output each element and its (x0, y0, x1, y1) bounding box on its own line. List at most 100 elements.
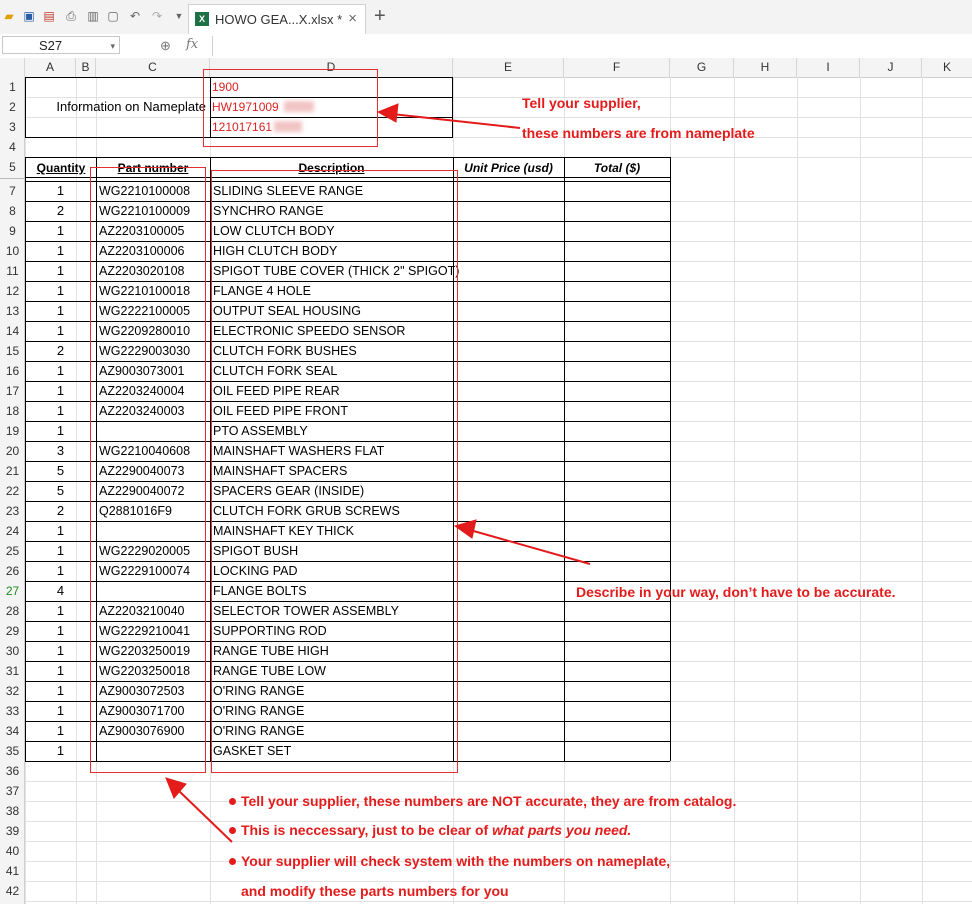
row-header-17[interactable]: 17 (0, 381, 25, 401)
row-header-34[interactable]: 34 (0, 721, 25, 741)
row-header-29[interactable]: 29 (0, 621, 25, 641)
row-header-24[interactable]: 24 (0, 521, 25, 541)
row-header-15[interactable]: 15 (0, 341, 25, 361)
quantity-cell[interactable]: 1 (25, 521, 96, 541)
quantity-cell[interactable]: 1 (25, 721, 96, 741)
print-icon[interactable]: ⎙ (64, 9, 78, 23)
name-box[interactable]: S27 ▾ (2, 36, 120, 54)
row-header-4[interactable]: 4 (0, 137, 25, 157)
row-header-30[interactable]: 30 (0, 641, 25, 661)
column-header-e[interactable]: E (453, 58, 564, 77)
formula-input[interactable] (212, 36, 972, 56)
row-header-8[interactable]: 8 (0, 201, 25, 221)
row-header-35[interactable]: 35 (0, 741, 25, 761)
column-headers: A B C D E F G H I J K (0, 58, 972, 78)
quantity-cell[interactable]: 1 (25, 541, 96, 561)
table-border (670, 157, 671, 761)
quantity-cell[interactable]: 1 (25, 361, 96, 381)
row-header-37[interactable]: 37 (0, 781, 25, 801)
row-header-13[interactable]: 13 (0, 301, 25, 321)
row-header-19[interactable]: 19 (0, 421, 25, 441)
row-header-41[interactable]: 41 (0, 861, 25, 881)
more-icon[interactable]: ▼ (172, 9, 186, 23)
row-header-20[interactable]: 20 (0, 441, 25, 461)
row-header-21[interactable]: 21 (0, 461, 25, 481)
row-header-16[interactable]: 16 (0, 361, 25, 381)
row-header-36[interactable]: 36 (0, 761, 25, 781)
fx-icon[interactable]: fx (186, 37, 198, 52)
column-header-a[interactable]: A (25, 58, 76, 77)
row-header-33[interactable]: 33 (0, 701, 25, 721)
redo-icon[interactable]: ↷ (150, 9, 164, 23)
quantity-cell[interactable]: 5 (25, 461, 96, 481)
row-header-42[interactable]: 42 (0, 881, 25, 901)
quantity-cell[interactable]: 1 (25, 421, 96, 441)
page-icon[interactable]: ▢ (106, 9, 120, 23)
undo-icon[interactable]: ↶ (128, 9, 142, 23)
quantity-cell[interactable]: 1 (25, 221, 96, 241)
row-header-28[interactable]: 28 (0, 601, 25, 621)
row-header-39[interactable]: 39 (0, 821, 25, 841)
row-header-32[interactable]: 32 (0, 681, 25, 701)
column-header-j[interactable]: J (860, 58, 922, 77)
quantity-cell[interactable]: 2 (25, 501, 96, 521)
quantity-cell[interactable]: 1 (25, 661, 96, 681)
quantity-cell[interactable]: 1 (25, 261, 96, 281)
quantity-cell[interactable]: 1 (25, 401, 96, 421)
row-header-25[interactable]: 25 (0, 541, 25, 561)
column-header-k[interactable]: K (922, 58, 972, 77)
column-header-b[interactable]: B (76, 58, 96, 77)
zoom-search-icon[interactable]: ⊕ (160, 38, 171, 54)
quantity-cell[interactable]: 1 (25, 681, 96, 701)
quantity-cell[interactable]: 5 (25, 481, 96, 501)
quantity-cell[interactable]: 1 (25, 741, 96, 761)
row-header-1[interactable]: 1 (0, 77, 25, 97)
column-header-h[interactable]: H (734, 58, 797, 77)
quantity-cell[interactable]: 4 (25, 581, 96, 601)
row-header-23[interactable]: 23 (0, 501, 25, 521)
quantity-cell[interactable]: 1 (25, 621, 96, 641)
print-preview-icon[interactable]: ▥ (86, 9, 100, 23)
row-header-11[interactable]: 11 (0, 261, 25, 281)
quantity-cell[interactable]: 1 (25, 701, 96, 721)
quantity-cell[interactable]: 1 (25, 561, 96, 581)
quantity-cell[interactable]: 1 (25, 641, 96, 661)
row-header-40[interactable]: 40 (0, 841, 25, 861)
quantity-cell[interactable]: 3 (25, 441, 96, 461)
row-header-2[interactable]: 2 (0, 97, 25, 117)
export-pdf-icon[interactable]: ▤ (42, 9, 56, 23)
chevron-down-icon[interactable]: ▾ (110, 37, 115, 55)
column-header-i[interactable]: I (797, 58, 860, 77)
row-header-14[interactable]: 14 (0, 321, 25, 341)
quantity-cell[interactable]: 1 (25, 241, 96, 261)
column-header-c[interactable]: C (96, 58, 210, 77)
row-header-5[interactable]: 5 (0, 157, 25, 177)
save-icon[interactable]: ▣ (22, 9, 36, 23)
quantity-cell[interactable]: 1 (25, 281, 96, 301)
new-tab-button[interactable]: + (374, 5, 386, 28)
row-header-10[interactable]: 10 (0, 241, 25, 261)
open-icon[interactable]: ▰ (2, 9, 16, 23)
row-header-3[interactable]: 3 (0, 117, 25, 137)
row-header-31[interactable]: 31 (0, 661, 25, 681)
row-header-7[interactable]: 7 (0, 181, 25, 201)
row-header-22[interactable]: 22 (0, 481, 25, 501)
row-header-9[interactable]: 9 (0, 221, 25, 241)
quantity-cell[interactable]: 2 (25, 201, 96, 221)
close-tab-button[interactable]: × (348, 10, 357, 27)
quantity-cell[interactable]: 1 (25, 181, 96, 201)
select-all-corner[interactable] (0, 58, 25, 77)
row-header-18[interactable]: 18 (0, 401, 25, 421)
row-header-38[interactable]: 38 (0, 801, 25, 821)
quantity-cell[interactable]: 1 (25, 301, 96, 321)
quantity-cell[interactable]: 1 (25, 381, 96, 401)
row-header-26[interactable]: 26 (0, 561, 25, 581)
column-header-f[interactable]: F (564, 58, 670, 77)
row-header-12[interactable]: 12 (0, 281, 25, 301)
quantity-cell[interactable]: 1 (25, 601, 96, 621)
quantity-cell[interactable]: 1 (25, 321, 96, 341)
column-header-g[interactable]: G (670, 58, 734, 77)
quantity-cell[interactable]: 2 (25, 341, 96, 361)
row-header-27[interactable]: 27 (0, 581, 25, 601)
document-tab[interactable]: X HOWO GEA...X.xlsx * × (188, 4, 366, 34)
